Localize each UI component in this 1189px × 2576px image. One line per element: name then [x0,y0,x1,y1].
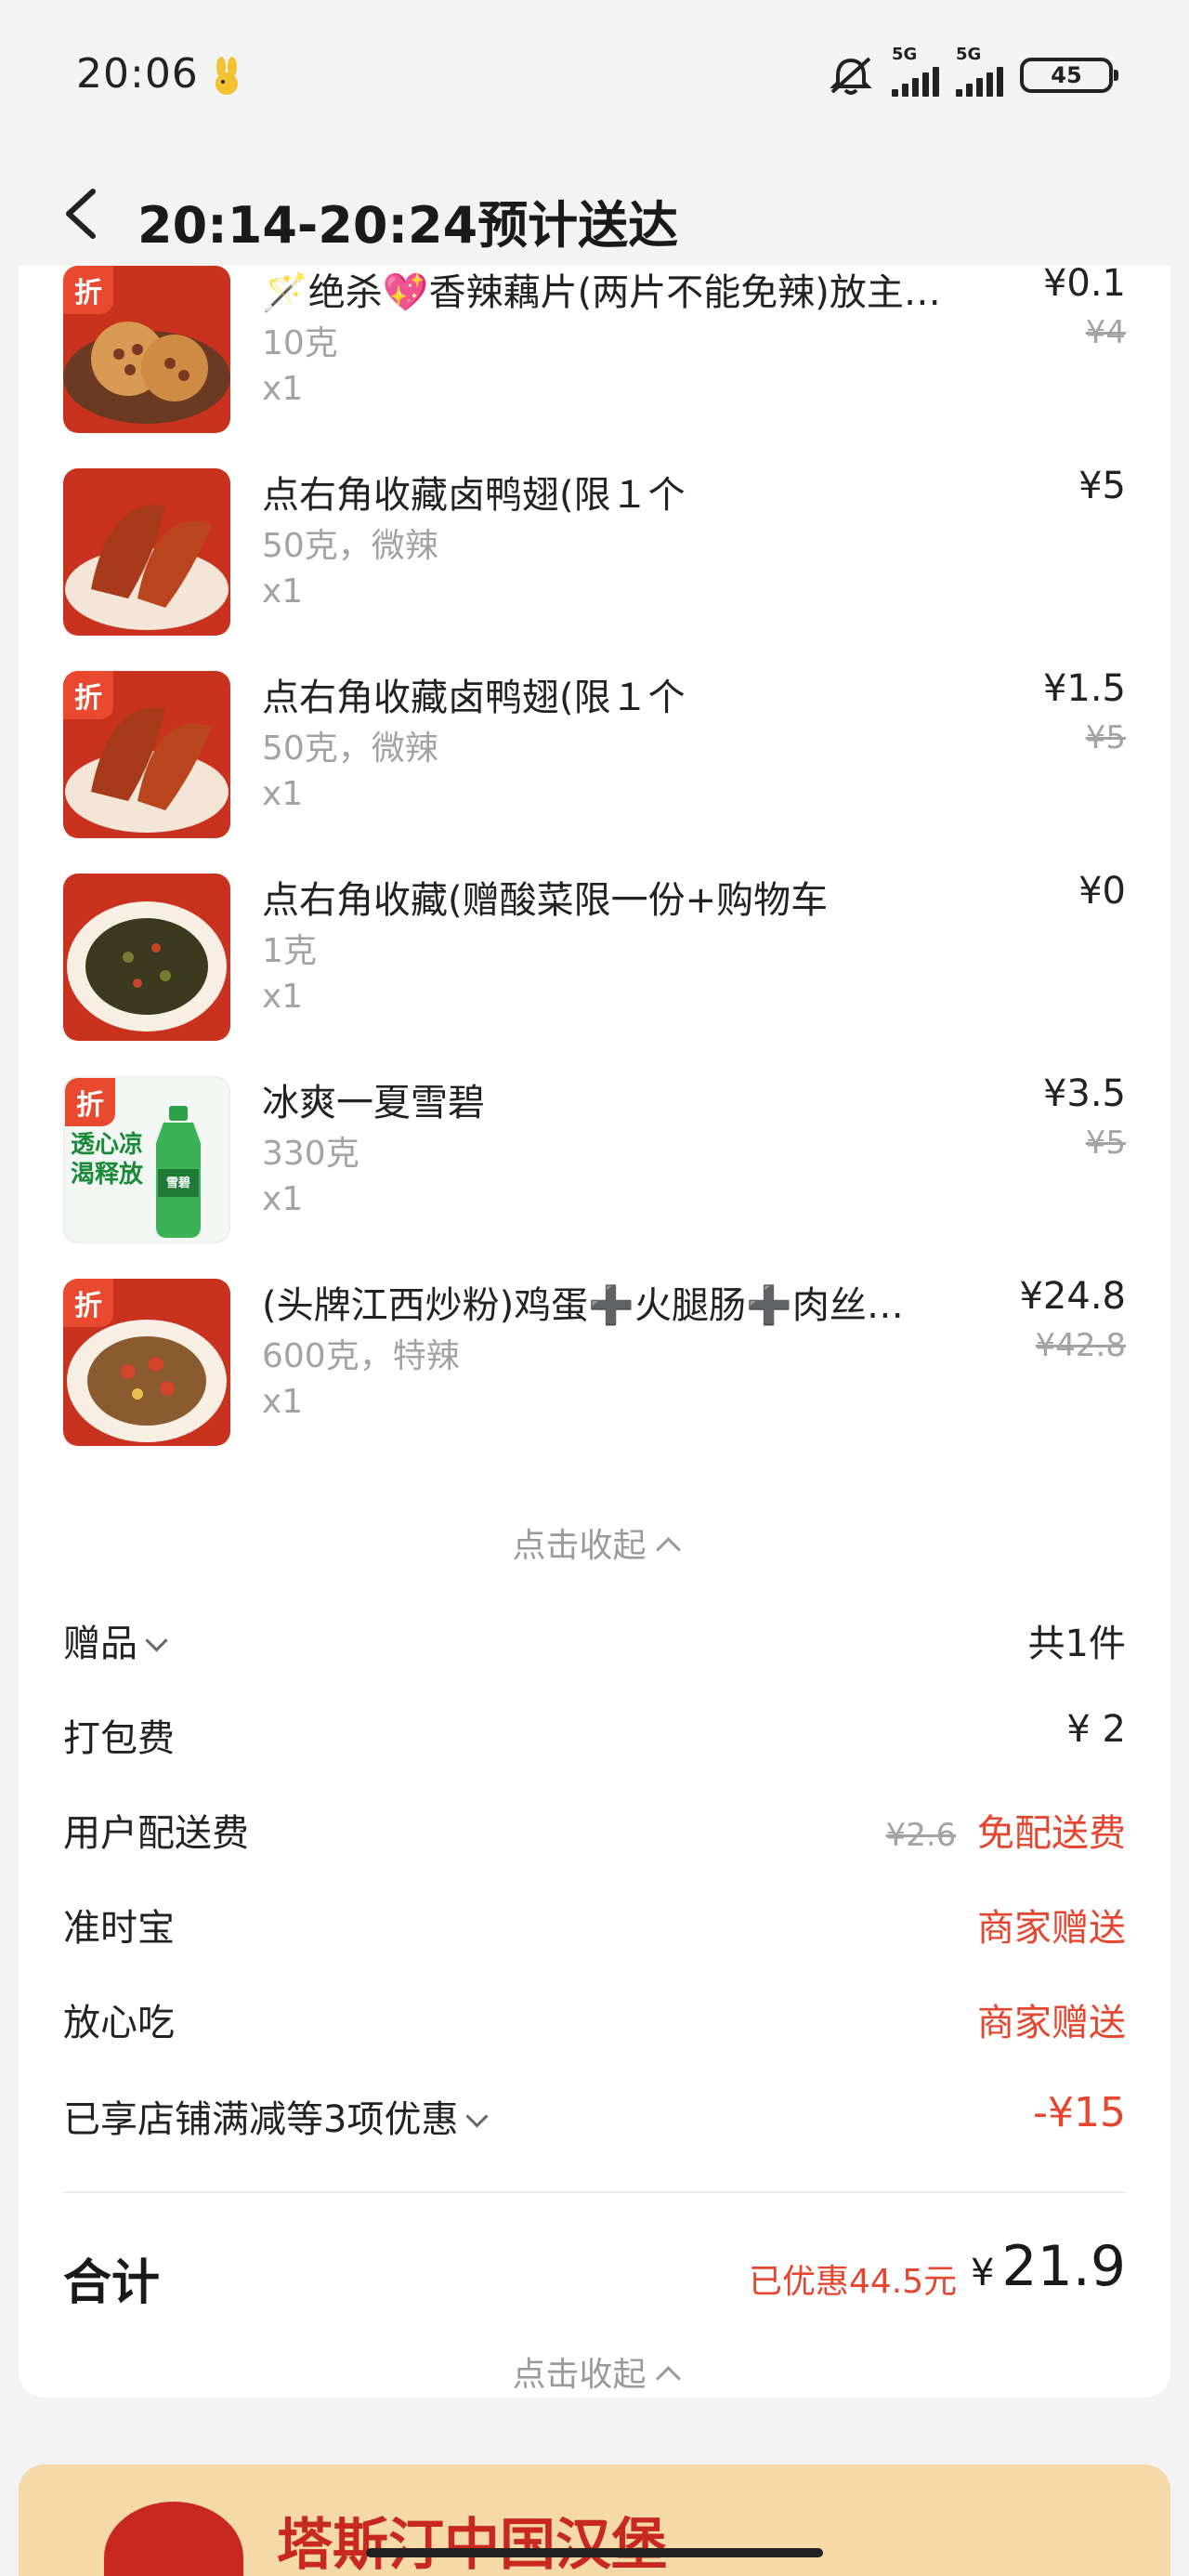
item-spec: 50克，微辣 [262,527,438,565]
chevron-down-icon [145,1629,168,1652]
product-thumbnail: 折 [63,1279,230,1446]
ontime-value: 商家赠送 [977,1907,1126,1950]
item-name: 冰爽一夏雪碧 [262,1082,485,1124]
discount-label: 已享店铺满减等3项优惠 [63,2098,459,2141]
gift-value: 共1件 [1027,1623,1126,1665]
item-original-price: ¥42.8 [1035,1327,1126,1364]
item-quantity: x1 [262,572,304,611]
signal-2-icon: 5G [956,45,1003,97]
total-amount: ¥21.9 [971,2234,1126,2299]
item-original-price: ¥5 [1085,719,1126,756]
item-original-price: ¥4 [1085,314,1126,351]
delivery-fee-original: ¥2.6 [885,1817,957,1854]
divider [63,2191,1126,2193]
total-label: 合计 [63,2255,161,2311]
bunny-icon [216,57,238,95]
mute-bell-icon [830,57,872,95]
product-thumbnail [63,468,230,636]
safe-eat-row: 放心吃 商家赠送 [63,1992,1126,2048]
product-thumbnail [63,874,230,1041]
list-item[interactable]: 点右角收藏(赠酸菜限一份+购物车 1克 x1 ¥0 [19,855,1170,1041]
item-spec: 50克，微辣 [262,729,438,768]
delivery-fee-label: 用户配送费 [63,1812,249,1855]
gift-row[interactable]: 赠品 共1件 [63,1613,1126,1669]
item-price: ¥5 [1078,465,1126,507]
delivery-fee-value: 免配送费 [977,1812,1126,1855]
safe-eat-value: 商家赠送 [977,2002,1126,2044]
item-original-price: ¥5 [1085,1124,1126,1162]
back-arrow-icon[interactable] [59,186,104,242]
item-name: (头牌江西炒粉)鸡蛋➕火腿肠➕肉丝… [262,1284,904,1327]
battery-icon: 45 [1020,58,1118,93]
saved-amount: 已优惠44.5元 [749,2263,958,2301]
chevron-up-icon [655,1537,681,1562]
list-item[interactable]: 折 透心凉 渴释放 雪碧 冰爽一夏雪碧 330克 x1 ¥3.5 ¥5 [19,1058,1170,1243]
discount-badge: 折 [63,266,113,314]
item-quantity: x1 [262,1180,304,1218]
packing-fee-value: ¥ 2 [1066,1708,1126,1751]
signal-1-icon: 5G [892,45,939,97]
currency-symbol: ¥ [970,2252,995,2294]
ontime-label: 准时宝 [63,1907,175,1950]
discount-row[interactable]: 已享店铺满减等3项优惠 -¥15 [63,2089,1126,2145]
status-bar: 20:06 5G 5G 45 [0,0,1189,149]
order-card: 折 🪄绝杀💖香辣藕片(两片不能免辣)放主… 10克 x1 ¥0.1 ¥4 点右角… [19,262,1170,2398]
item-price: ¥24.8 [1019,1275,1126,1318]
item-spec: 1克 [262,932,317,970]
item-name: 🪄绝杀💖香辣藕片(两片不能免辣)放主… [262,271,941,314]
total-amount-value: 21.9 [1001,2234,1126,2299]
item-quantity: x1 [262,1383,304,1421]
chevron-down-icon [465,2105,489,2128]
list-item[interactable]: 折 🪄绝杀💖香辣藕片(两片不能免辣)放主… 10克 x1 ¥0.1 ¥4 [19,247,1170,433]
item-price: ¥0.1 [1042,262,1126,305]
item-name: 点右角收藏卤鸭翅(限１个 [262,474,686,517]
discount-badge: 折 [65,1078,115,1126]
packing-fee-label: 打包费 [63,1717,175,1760]
list-item[interactable]: 折 (头牌江西炒粉)鸡蛋➕火腿肠➕肉丝… 600克，特辣 x1 ¥24.8 ¥4… [19,1260,1170,1446]
list-item[interactable]: 点右角收藏卤鸭翅(限１个 50克，微辣 x1 ¥5 [19,450,1170,636]
item-name: 点右角收藏(赠酸菜限一份+购物车 [262,879,829,922]
discount-badge: 折 [63,671,113,719]
item-spec: 10克 [262,324,338,362]
item-quantity: x1 [262,775,304,813]
collapse-summary-button[interactable]: 点击收起 [19,2347,1170,2396]
system-icons: 5G 5G 45 [827,45,1118,97]
store-logo [104,2502,243,2576]
safe-eat-label: 放心吃 [63,2002,175,2044]
ontime-guarantee-row: 准时宝 商家赠送 [63,1898,1126,1953]
chevron-up-icon [655,2366,681,2391]
item-price: ¥3.5 [1042,1072,1126,1115]
store-banner[interactable]: 塔斯汀中国汉堡 [19,2464,1170,2576]
status-time: 20:06 [76,50,199,98]
item-name: 点右角收藏卤鸭翅(限１个 [262,677,686,719]
gift-label: 赠品 [63,1623,137,1665]
product-thumbnail: 折 [63,671,230,838]
item-quantity: x1 [262,978,304,1016]
item-price: ¥1.5 [1042,667,1126,710]
packing-fee-row: 打包费 ¥ 2 [63,1708,1126,1764]
delivery-fee-row: 用户配送费 ¥2.6 免配送费 [63,1803,1126,1859]
list-item[interactable]: 折 点右角收藏卤鸭翅(限１个 50克，微辣 x1 ¥1.5 ¥5 [19,652,1170,838]
item-spec: 600克，特辣 [262,1337,460,1375]
item-price: ¥0 [1078,870,1126,913]
bottle-label: 雪碧 [165,1176,190,1190]
product-thumbnail: 折 [63,266,230,433]
item-spec: 330克 [262,1135,359,1173]
item-quantity: x1 [262,370,304,408]
store-name: 塔斯汀中国汉堡 [277,2513,667,2576]
product-thumbnail: 折 透心凉 渴释放 雪碧 [63,1076,230,1243]
collapse-items-button[interactable]: 点击收起 [19,1518,1170,1567]
home-indicator[interactable] [366,2548,823,2557]
discount-badge: 折 [63,1279,113,1327]
discount-value: -¥15 [1033,2089,1126,2136]
